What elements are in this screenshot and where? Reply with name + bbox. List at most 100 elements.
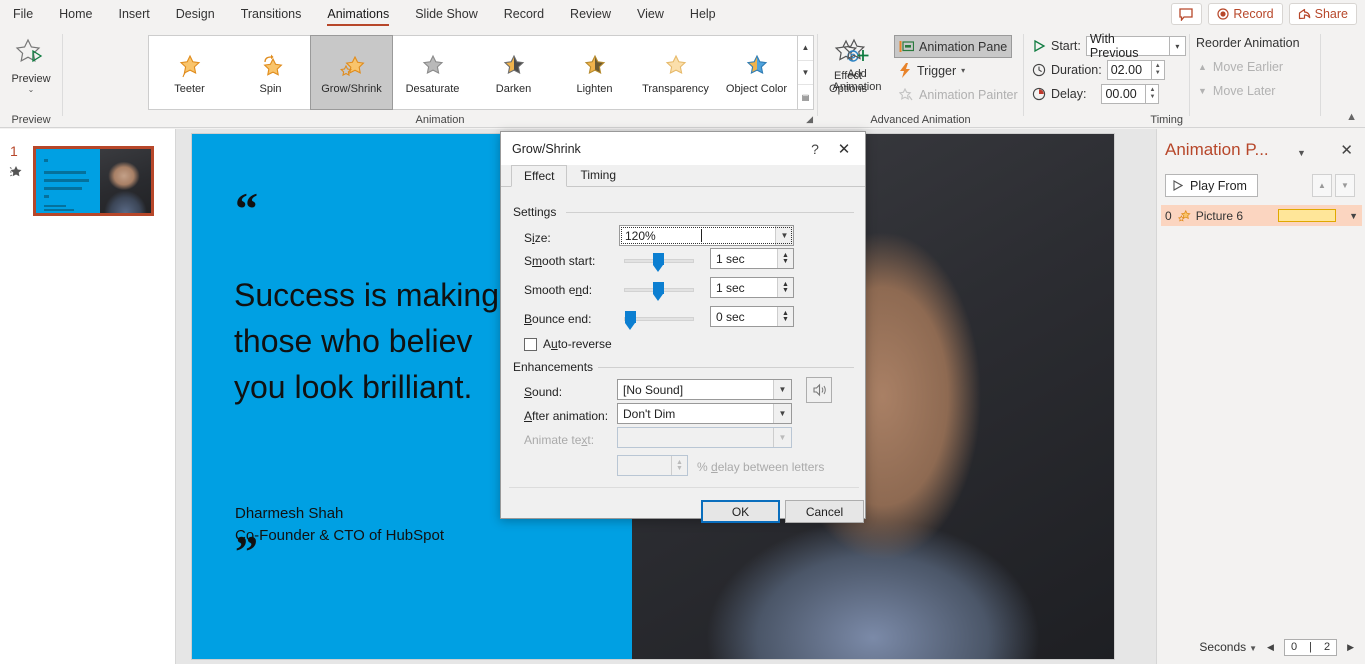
dialog-titlebar: Grow/Shrink ? ✕	[501, 132, 865, 165]
smooth-end-stepper[interactable]: 1 sec ▲ ▼	[710, 277, 794, 298]
seconds-dropdown[interactable]: Seconds ▼	[1199, 640, 1257, 654]
chevron-down-icon[interactable]: ⌄	[28, 86, 35, 94]
dialog-help-icon[interactable]: ?	[801, 141, 829, 157]
after-animation-combo[interactable]: Don't Dim ▼	[617, 403, 792, 424]
preview-group-label: Preview	[11, 114, 51, 126]
stepper-arrows-icon[interactable]: ▲ ▼	[777, 249, 793, 268]
menu-item-help[interactable]: Help	[677, 0, 729, 28]
chevron-down-icon[interactable]: ▾	[961, 66, 965, 75]
thumbnail-photo	[100, 149, 151, 213]
animation-grow-shrink[interactable]: Grow/Shrink	[310, 35, 393, 110]
preview-label: Preview	[11, 73, 51, 85]
quote-open-mark: “	[235, 183, 258, 234]
collapse-ribbon-icon[interactable]: ▲	[1346, 111, 1357, 123]
sound-combo[interactable]: [No Sound] ▼	[617, 379, 792, 400]
animation-desaturate[interactable]: Desaturate	[392, 36, 473, 109]
tab-timing[interactable]: Timing	[567, 164, 629, 186]
animation-spin[interactable]: Spin	[230, 36, 311, 109]
gallery-expand-icon[interactable]: ▤	[798, 85, 813, 109]
animation-list-item[interactable]: 0 Picture 6 ▼	[1161, 205, 1362, 226]
animation-pane-close-icon[interactable]: ✕	[1340, 141, 1353, 159]
sound-preview-button[interactable]	[806, 377, 832, 403]
size-combo[interactable]: 120% ▼	[619, 225, 794, 246]
animation-darken[interactable]: Darken	[473, 36, 554, 109]
after-animation-label: After animation:	[524, 409, 609, 423]
animation-pane-toggle[interactable]: Animation Pane	[893, 35, 1013, 58]
bounce-end-stepper[interactable]: 0 sec ▲ ▼	[710, 306, 794, 327]
animation-group-label: Animation	[415, 114, 465, 126]
chevron-down-icon[interactable]: ▼	[775, 226, 793, 245]
stepper-arrows-icon[interactable]: ▲ ▼	[777, 307, 793, 326]
chevron-down-icon[interactable]: ▾	[1169, 36, 1186, 56]
animation-pane-dropdown-icon[interactable]: ▼	[1297, 148, 1306, 158]
record-button[interactable]: Record	[1208, 3, 1283, 25]
start-combo[interactable]: With Previous ▾	[1085, 32, 1186, 60]
preview-button[interactable]: Preview ⌄	[6, 33, 56, 111]
stepper-arrows-icon[interactable]: ▲ ▼	[777, 278, 793, 297]
menu-item-transitions[interactable]: Transitions	[228, 0, 315, 28]
smooth-start-stepper[interactable]: 1 sec ▲ ▼	[710, 248, 794, 269]
delay-stepper[interactable]: 00.00 ▲ ▼	[1101, 84, 1160, 104]
slider-thumb[interactable]	[625, 311, 636, 330]
tab-effect[interactable]: Effect	[511, 165, 568, 187]
ok-button[interactable]: OK	[701, 500, 780, 523]
menu-item-design[interactable]: Design	[163, 0, 228, 28]
menu-item-view[interactable]: View	[624, 0, 677, 28]
ribbon: Preview ⌄ Preview Teeter Spin Grow/Shrin…	[0, 28, 1365, 128]
menu-item-animations[interactable]: Animations	[314, 0, 402, 28]
smooth-start-slider[interactable]	[624, 251, 694, 272]
animation-gallery[interactable]: Teeter Spin Grow/Shrink Desaturate Darke…	[148, 35, 798, 110]
add-animation-button[interactable]: Add Animation	[826, 38, 888, 112]
menu-item-review[interactable]: Review	[557, 0, 624, 28]
text-caret	[700, 229, 702, 242]
dialog-tabs: Effect Timing	[501, 165, 865, 187]
animation-transparency[interactable]: Transparency	[635, 36, 716, 109]
smooth-end-slider[interactable]	[624, 280, 694, 301]
animation-item-dropdown-icon[interactable]: ▼	[1341, 211, 1358, 221]
menu-item-record[interactable]: Record	[491, 0, 557, 28]
quote-attribution[interactable]: Dharmesh Shah Co-Founder & CTO of HubSpo…	[235, 503, 444, 547]
animation-dialog-launcher-icon[interactable]: ◢	[806, 114, 813, 125]
animation-timeline-bar[interactable]	[1278, 209, 1337, 222]
delay-spin-icon[interactable]: ▲ ▼	[1146, 84, 1160, 104]
slider-thumb[interactable]	[653, 253, 664, 272]
animation-painter-button: Animation Painter	[895, 84, 1022, 105]
gallery-scrollbar[interactable]: ▲ ▼ ▤	[798, 35, 814, 110]
duration-spin-icon[interactable]: ▲ ▼	[1151, 60, 1165, 80]
grow-shrink-dialog[interactable]: Grow/Shrink ? ✕ Effect Timing Settings S…	[500, 131, 866, 523]
auto-reverse-row[interactable]: Auto-reverse	[524, 337, 612, 351]
ribbon-group-preview: Preview ⌄ Preview	[0, 28, 62, 128]
animation-label: Darken	[495, 82, 532, 95]
dialog-close-icon[interactable]: ✕	[829, 140, 859, 158]
menu-item-file[interactable]: File	[0, 0, 46, 28]
slider-thumb[interactable]	[653, 282, 664, 301]
menu-item-slide-show[interactable]: Slide Show	[402, 0, 491, 28]
share-icon	[1298, 8, 1310, 20]
gallery-scroll-down-icon[interactable]: ▼	[798, 61, 813, 86]
trigger-label: Trigger	[917, 63, 957, 78]
bounce-end-slider[interactable]	[624, 309, 694, 330]
cancel-button[interactable]: Cancel	[785, 500, 864, 523]
chevron-down-icon[interactable]: ▼	[1249, 644, 1257, 653]
share-button[interactable]: Share	[1288, 3, 1357, 25]
gallery-scroll-up-icon[interactable]: ▲	[798, 36, 813, 61]
menu-item-home[interactable]: Home	[46, 0, 105, 28]
trigger-button[interactable]: Trigger ▾	[895, 60, 969, 81]
duration-stepper[interactable]: 02.00 ▲ ▼	[1106, 60, 1165, 80]
slide-thumbnail-1[interactable]	[33, 146, 154, 216]
move-down-icon[interactable]: ▼	[1335, 174, 1355, 197]
animation-object-color[interactable]: Object Color	[716, 36, 797, 109]
chevron-down-icon[interactable]: ▼	[773, 380, 791, 399]
animation-teeter[interactable]: Teeter	[149, 36, 230, 109]
animation-lighten[interactable]: Lighten	[554, 36, 635, 109]
move-up-icon[interactable]: ▲	[1312, 174, 1332, 197]
auto-reverse-checkbox[interactable]	[524, 337, 537, 351]
comments-button[interactable]	[1171, 3, 1203, 25]
play-from-button[interactable]: Play From	[1165, 174, 1258, 197]
timeline-scroll-right-icon[interactable]: ▶	[1347, 642, 1354, 653]
menu-item-insert[interactable]: Insert	[106, 0, 163, 28]
timeline-start: 0	[1290, 641, 1298, 653]
animation-pane-label: Animation Pane	[919, 39, 1008, 54]
chevron-down-icon[interactable]: ▼	[773, 404, 791, 423]
timeline-scroll-left-icon[interactable]: ◀	[1267, 642, 1274, 653]
